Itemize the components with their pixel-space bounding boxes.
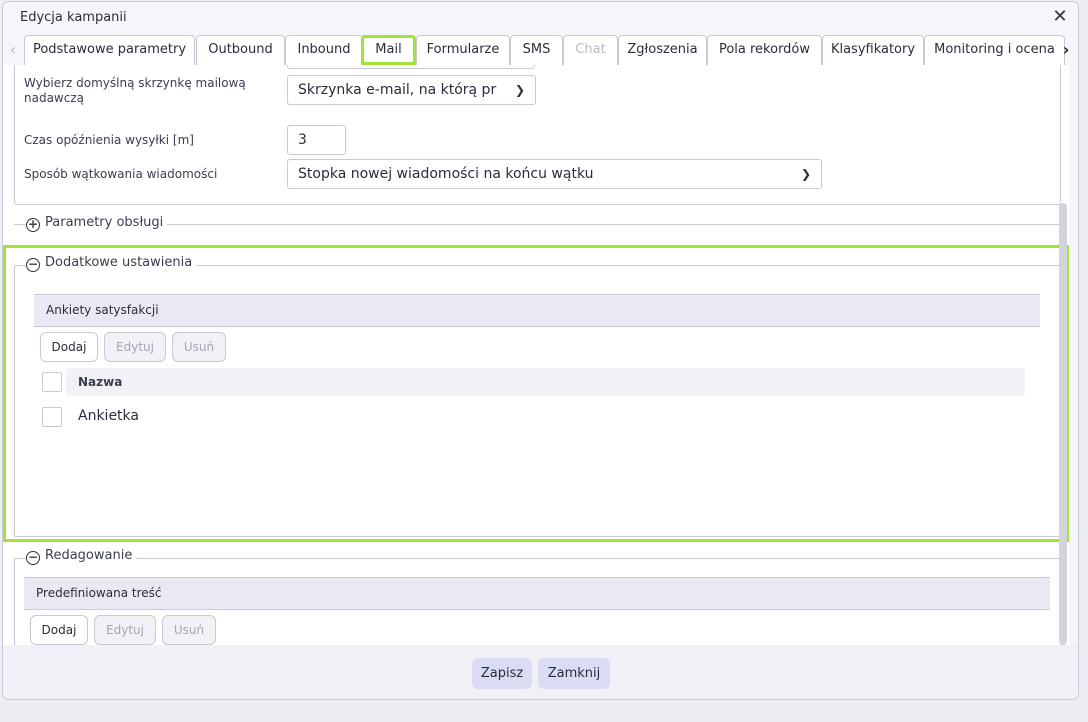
tab-classifiers[interactable]: Klasyfikatory bbox=[822, 35, 924, 65]
tab-sms[interactable]: SMS bbox=[510, 35, 563, 65]
campaign-edit-dialog: Edycja kampanii ✕ ‹ Podstawowe parametry… bbox=[2, 1, 1079, 700]
handling-section-toggle[interactable]: + Parametry obsługi bbox=[26, 215, 168, 232]
dialog-footer: Zapisz Zamknij bbox=[3, 645, 1078, 699]
dialog-title: Edycja kampanii bbox=[20, 10, 127, 25]
row-checkbox[interactable] bbox=[42, 407, 62, 427]
handling-divider bbox=[14, 224, 1061, 225]
editing-section-toggle[interactable]: − Redagowanie bbox=[26, 548, 137, 565]
save-button[interactable]: Zapisz bbox=[472, 658, 532, 689]
tab-forms[interactable]: Formularze bbox=[416, 35, 510, 65]
collapse-minus-icon: − bbox=[26, 257, 40, 272]
tab-monitoring[interactable]: Monitoring i ocena bbox=[924, 35, 1065, 65]
mailbox-select-value: Skrzynka e-mail, na którą pr bbox=[298, 82, 497, 98]
dialog-titlebar: Edycja kampanii ✕ bbox=[3, 2, 1078, 34]
predefined-add-button[interactable]: Dodaj bbox=[30, 615, 88, 645]
threading-select-value: Stopka nowej wiadomości na końcu wątku bbox=[298, 166, 594, 182]
previous-field-select[interactable] bbox=[287, 65, 535, 69]
survey-row-name[interactable]: Ankietka bbox=[78, 408, 139, 424]
surveys-header: Ankiety satysfakcji bbox=[34, 294, 1040, 327]
mailbox-label: Wybierz domyślną skrzynkę mailową nadawc… bbox=[24, 76, 246, 105]
content-scrollbar[interactable] bbox=[1059, 203, 1067, 645]
additional-section-title: Dodatkowe ustawienia bbox=[45, 255, 193, 270]
predefined-delete-button: Usuń bbox=[162, 615, 216, 645]
collapse-minus-icon: − bbox=[26, 550, 40, 565]
threading-select[interactable]: Stopka nowej wiadomości na końcu wątku ❯ bbox=[287, 159, 822, 189]
tab-content-mail: Wybierz domyślną skrzynkę mailową nadawc… bbox=[3, 65, 1069, 645]
surveys-edit-button: Edytuj bbox=[104, 332, 166, 362]
additional-section-toggle[interactable]: − Dodatkowe ustawienia bbox=[26, 255, 197, 272]
surveys-delete-button: Usuń bbox=[172, 332, 226, 362]
tab-scroll-right-icon[interactable]: › bbox=[1058, 39, 1074, 61]
tab-bar: ‹ Podstawowe parametry Outbound Inbound … bbox=[3, 35, 1078, 65]
tab-mail[interactable]: Mail bbox=[361, 35, 416, 65]
tab-chat: Chat bbox=[563, 35, 618, 65]
delay-label: Czas opóźnienia wysyłki [m] bbox=[24, 133, 194, 147]
tab-inbound[interactable]: Inbound bbox=[285, 35, 363, 65]
expand-plus-icon: + bbox=[26, 217, 40, 232]
tab-scroll-left-icon[interactable]: ‹ bbox=[5, 39, 21, 61]
column-name-header[interactable]: Nazwa bbox=[66, 368, 1025, 396]
close-icon[interactable]: ✕ bbox=[1050, 7, 1070, 27]
chevron-down-icon: ❯ bbox=[800, 167, 811, 181]
close-button[interactable]: Zamknij bbox=[538, 658, 610, 689]
select-all-checkbox[interactable] bbox=[42, 372, 62, 392]
tab-tickets[interactable]: Zgłoszenia bbox=[618, 35, 707, 65]
delay-input[interactable]: 3 bbox=[287, 125, 346, 155]
surveys-add-button[interactable]: Dodaj bbox=[40, 332, 98, 362]
predefined-edit-button: Edytuj bbox=[94, 615, 156, 645]
tab-record-fields[interactable]: Pola rekordów bbox=[707, 35, 822, 65]
tab-basic-params[interactable]: Podstawowe parametry bbox=[24, 35, 195, 65]
chevron-down-icon: ❯ bbox=[514, 83, 525, 97]
editing-section-title: Redagowanie bbox=[45, 548, 133, 563]
threading-label: Sposób wątkowania wiadomości bbox=[24, 167, 218, 181]
tab-outbound[interactable]: Outbound bbox=[196, 35, 285, 65]
handling-section-title: Parametry obsługi bbox=[45, 215, 164, 230]
mailbox-select[interactable]: Skrzynka e-mail, na którą pr ❯ bbox=[287, 75, 536, 105]
predefined-header: Predefiniowana treść bbox=[24, 577, 1050, 610]
